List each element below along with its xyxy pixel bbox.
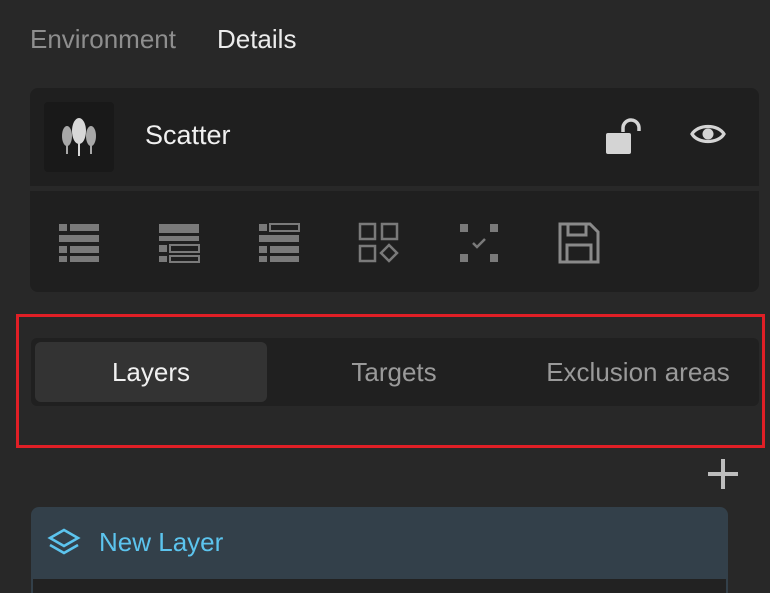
save-icon[interactable] [554,218,604,268]
layer-name: New Layer [99,527,224,557]
plus-icon[interactable] [706,457,740,491]
layer-header[interactable]: New Layer [31,507,728,579]
details-panel: Environment Details Scatter Layers Targe… [0,0,770,593]
tab-exclusion-areas[interactable]: Exclusion areas [521,342,755,402]
select-frame-check-icon[interactable] [454,218,504,268]
tab-layers[interactable]: Layers [35,342,267,402]
tab-details[interactable]: Details [217,24,296,55]
layers-stack-icon [47,527,81,564]
list-outline-icon[interactable] [254,218,304,268]
unlocked-padlock-icon[interactable] [603,118,643,161]
object-panel: Scatter [30,88,759,292]
layer-card: New Layer [31,507,728,593]
list-indented-icon[interactable] [154,218,204,268]
object-header: Scatter [30,88,759,186]
tab-environment[interactable]: Environment [30,24,176,55]
tab-targets[interactable]: Targets [274,342,514,402]
list-icon[interactable] [54,218,104,268]
layer-body [33,579,726,593]
segmented-tabs: Layers Targets Exclusion areas [31,338,759,406]
eye-icon[interactable] [690,121,726,152]
shapes-grid-icon[interactable] [354,218,404,268]
top-tabs: Environment Details [30,24,296,55]
toolbar [30,191,759,292]
scatter-trees-icon [44,102,114,172]
object-name: Scatter [145,120,231,150]
